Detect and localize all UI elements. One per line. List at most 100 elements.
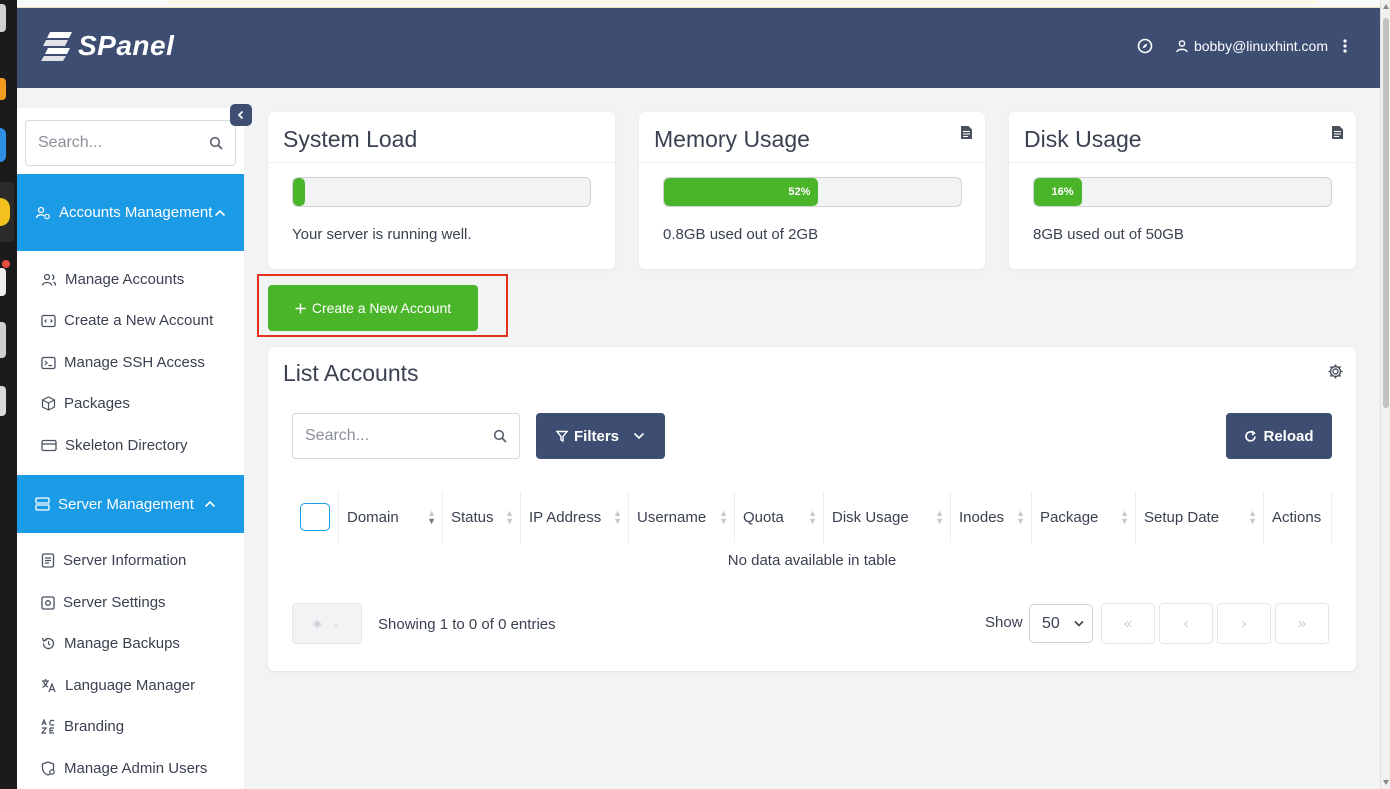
dock-app-icon[interactable]: [0, 78, 6, 100]
report-icon[interactable]: [1331, 125, 1344, 140]
page-size-value: 50: [1042, 614, 1060, 632]
last-page-icon: »: [1297, 615, 1307, 632]
dock-app-icon[interactable]: [0, 322, 6, 358]
disk-usage-text: 8GB used out of 50GB: [1033, 226, 1184, 243]
dock-indicator: [2, 260, 10, 268]
kebab-menu-icon[interactable]: [1342, 38, 1348, 54]
sidebar-collapse-button[interactable]: [230, 104, 252, 126]
bulk-action-select[interactable]: ◈ ⌄: [292, 603, 362, 644]
column-header-inodes[interactable]: Inodes ▲ ▼: [951, 491, 1032, 543]
column-label: Setup Date: [1144, 508, 1220, 526]
column-header-status[interactable]: Status ▲ ▼: [443, 491, 521, 543]
sidebar-section-server-management[interactable]: Server Management: [17, 475, 244, 533]
sidebar-item-create-new-account[interactable]: Create a New Account: [41, 312, 213, 329]
sort-icon: ▲ ▼: [613, 508, 622, 526]
gear-icon[interactable]: [1327, 363, 1344, 380]
system-load-card: System Load Your server is running well.: [268, 112, 615, 269]
filter-icon: [555, 430, 568, 442]
dock-app-icon[interactable]: [0, 4, 6, 32]
scroll-up-arrow-icon[interactable]: [1383, 4, 1389, 9]
plus-icon: [295, 303, 306, 313]
column-header-quota[interactable]: Quota ▲ ▼: [735, 491, 824, 543]
sidebar-item-skeleton-directory[interactable]: Skeleton Directory: [41, 437, 188, 454]
sidebar-item-manage-accounts[interactable]: Manage Accounts: [41, 271, 184, 288]
sidebar-section-accounts-management[interactable]: Accounts Management: [17, 174, 244, 251]
create-new-account-button[interactable]: Create a New Account: [268, 285, 478, 331]
menu-label: Manage Backups: [64, 635, 180, 652]
chevron-down-icon: [1074, 620, 1084, 627]
filters-button[interactable]: Filters: [536, 413, 665, 459]
bulk-action-icon: ◈: [313, 618, 322, 630]
column-label: IP Address: [529, 508, 602, 526]
browser-top-edge: [17, 0, 1380, 8]
sidebar: Accounts Management Manage Accounts Crea…: [17, 108, 244, 789]
sidebar-item-manage-ssh-access[interactable]: Manage SSH Access: [41, 354, 205, 371]
sidebar-item-language-manager[interactable]: Language Manager: [41, 677, 195, 694]
menu-label: Packages: [64, 395, 130, 412]
card-title: Disk Usage: [1024, 126, 1142, 152]
logo[interactable]: SPanel: [40, 30, 174, 62]
dock-active-app-icon[interactable]: [0, 182, 14, 242]
search-icon[interactable]: [493, 429, 507, 443]
scrollbar-thumb[interactable]: [1383, 18, 1389, 408]
dock-app-icon[interactable]: [0, 268, 6, 296]
compass-icon[interactable]: [1137, 38, 1153, 54]
shield-user-icon: [41, 761, 55, 776]
sidebar-item-branding[interactable]: Branding: [41, 718, 124, 735]
top-header: SPanel bobby@linuxhint.com: [17, 8, 1380, 88]
user-icon: [1176, 40, 1188, 53]
select-all-cell: [292, 491, 339, 543]
section-label: Accounts Management: [59, 204, 213, 221]
create-button-label: Create a New Account: [311, 300, 452, 316]
menu-label: Manage Accounts: [65, 271, 185, 288]
dock-app-icon[interactable]: [0, 386, 6, 416]
disk-usage-progress: 16%: [1033, 177, 1332, 207]
accounts-search-input[interactable]: [305, 427, 475, 445]
chevron-right-icon: ›: [1241, 615, 1247, 632]
column-header-disk-usage[interactable]: Disk Usage ▲ ▼: [824, 491, 951, 543]
system-load-progress: [292, 177, 591, 207]
sidebar-item-server-information[interactable]: Server Information: [41, 552, 186, 569]
next-page-button[interactable]: ›: [1217, 603, 1271, 644]
column-header-package[interactable]: Package ▲ ▼: [1032, 491, 1136, 543]
scroll-down-arrow-icon[interactable]: [1383, 780, 1389, 785]
column-label: Actions: [1272, 508, 1322, 526]
sidebar-item-server-settings[interactable]: Server Settings: [41, 594, 166, 611]
logo-mark-icon: [41, 32, 72, 61]
progress-fill: 52%: [664, 178, 819, 206]
column-label: Package: [1040, 508, 1099, 526]
column-header-setup-date[interactable]: Setup Date ▲ ▼: [1136, 491, 1264, 543]
chevron-left-icon: [237, 110, 244, 120]
page-size-select[interactable]: 50: [1029, 604, 1093, 643]
column-label: Disk Usage: [832, 508, 909, 526]
sidebar-item-manage-backups[interactable]: Manage Backups: [41, 635, 180, 652]
select-all-checkbox[interactable]: [300, 503, 330, 531]
user-menu[interactable]: bobby@linuxhint.com: [1175, 38, 1328, 54]
sidebar-search-input[interactable]: [38, 134, 198, 152]
sidebar-item-manage-admin-users[interactable]: Manage Admin Users: [41, 760, 207, 777]
page-scrollbar[interactable]: [1380, 0, 1390, 789]
search-icon[interactable]: [209, 136, 223, 150]
reload-button[interactable]: Reload: [1226, 413, 1332, 459]
chevron-down-icon: ⌄: [331, 618, 341, 630]
previous-page-button[interactable]: ‹: [1159, 603, 1213, 644]
menu-label: Manage Admin Users: [64, 760, 208, 777]
first-page-icon: «: [1123, 615, 1133, 632]
sort-icon: ▲ ▼: [935, 508, 944, 526]
history-icon: [41, 637, 55, 650]
card-title: Memory Usage: [654, 126, 810, 152]
users-icon: [41, 273, 57, 286]
dock-app-icon[interactable]: [0, 128, 6, 162]
report-icon[interactable]: [960, 125, 973, 140]
menu-label: Language Manager: [65, 677, 196, 694]
empty-table-message: No data available in table: [727, 552, 897, 569]
column-header-ip-address[interactable]: IP Address ▲ ▼: [521, 491, 629, 543]
sort-icon: ▲ ▼: [1016, 508, 1025, 526]
column-header-domain[interactable]: Domain ▲ ▼: [339, 491, 443, 543]
sidebar-item-packages[interactable]: Packages: [41, 395, 130, 412]
memory-usage-text: 0.8GB used out of 2GB: [663, 226, 819, 243]
first-page-button[interactable]: «: [1101, 603, 1155, 644]
column-header-username[interactable]: Username ▲ ▼: [629, 491, 735, 543]
last-page-button[interactable]: »: [1275, 603, 1329, 644]
sort-icon: ▲ ▼: [808, 508, 817, 526]
